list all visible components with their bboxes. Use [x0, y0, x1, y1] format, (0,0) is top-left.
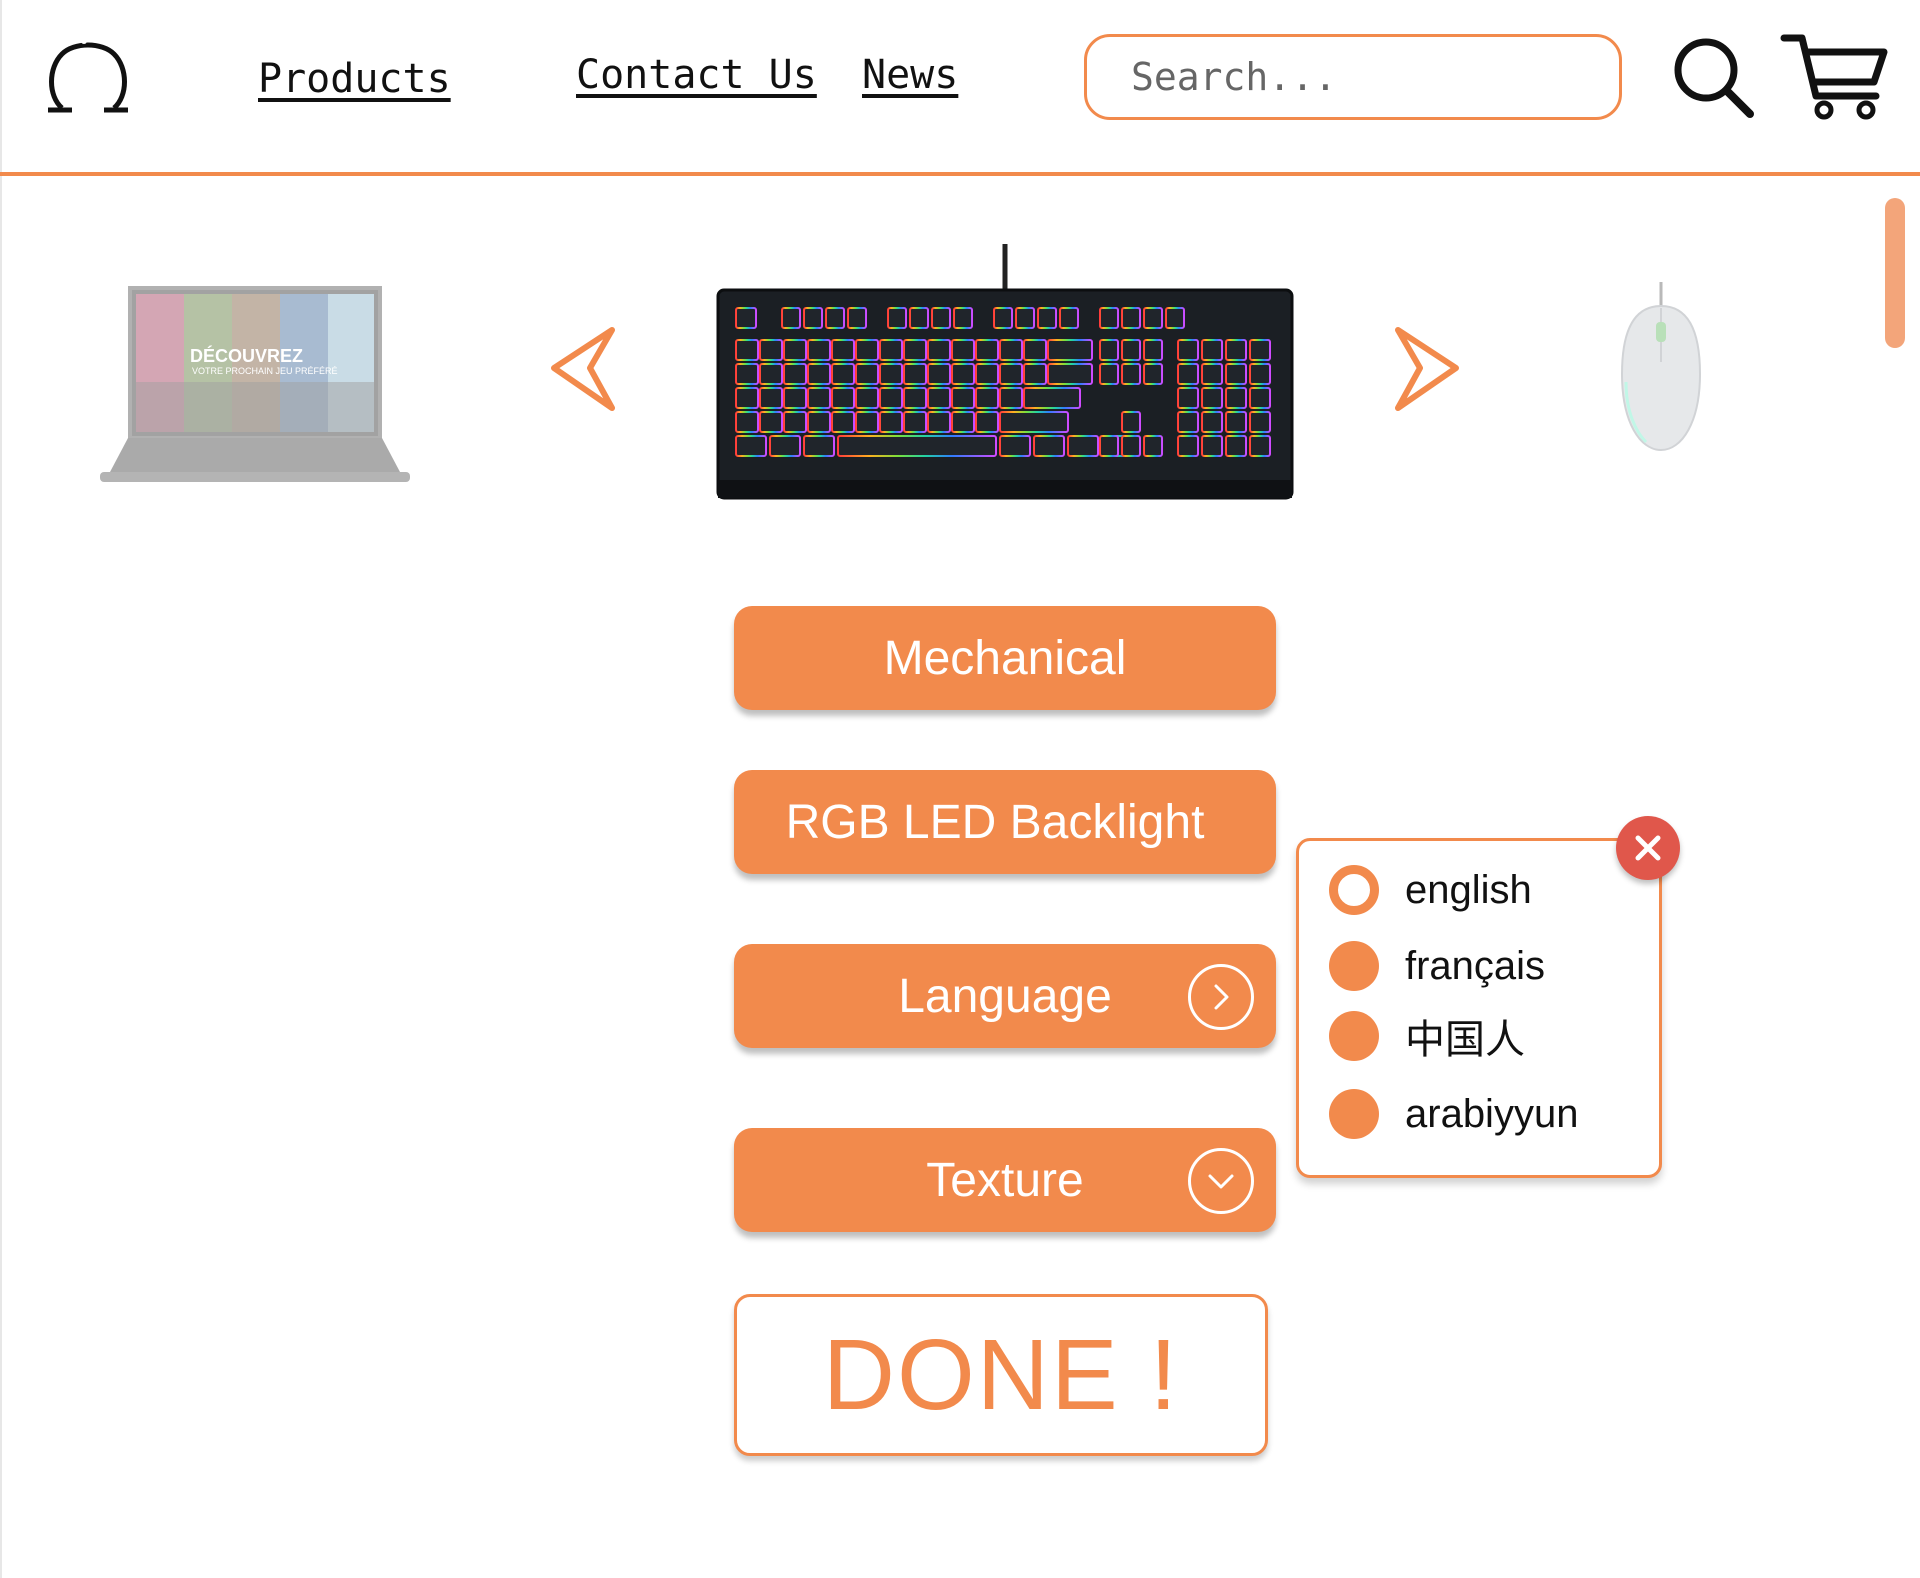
chevron-left-icon[interactable] [548, 326, 618, 412]
laptop-screen-text: DÉCOUVREZ [190, 346, 304, 366]
chevron-right-circle-icon[interactable] [1188, 964, 1254, 1030]
carousel-laptop-image[interactable]: DÉCOUVREZ VOTRE PROCHAIN JEU PRÉFÉRÉ [98, 286, 412, 498]
search-input[interactable] [1087, 37, 1619, 117]
omega-logo-icon[interactable] [44, 34, 132, 122]
chevron-right-icon[interactable] [1392, 326, 1462, 412]
mechanical-button[interactable]: Mechanical [734, 606, 1276, 710]
cart-icon[interactable] [1780, 32, 1890, 122]
close-icon[interactable] [1616, 816, 1680, 880]
mechanical-label: Mechanical [883, 631, 1127, 685]
carousel-keyboard-image[interactable] [716, 244, 1294, 500]
header-divider [0, 172, 1920, 176]
carousel-mouse-image[interactable] [1616, 282, 1706, 454]
texture-label: Texture [926, 1153, 1084, 1207]
language-option-label: 中国人 [1405, 1018, 1525, 1062]
search-icon[interactable] [1672, 36, 1756, 120]
language-option-english[interactable]: english [1329, 865, 1532, 915]
language-option-chinese[interactable]: 中国人 [1329, 1011, 1525, 1062]
language-option-arabic[interactable]: arabiyyun [1329, 1089, 1578, 1139]
language-label: Language [898, 969, 1112, 1023]
laptop-screen-subtext: VOTRE PROCHAIN JEU PRÉFÉRÉ [192, 366, 338, 376]
chevron-down-circle-icon[interactable] [1188, 1148, 1254, 1214]
nav-news-link[interactable]: News [862, 52, 958, 98]
texture-button[interactable]: Texture [734, 1128, 1276, 1232]
nav-products-link[interactable]: Products [258, 56, 451, 102]
language-button[interactable]: Language [734, 944, 1276, 1048]
page-edge [0, 0, 2, 1578]
radio-unselected[interactable] [1329, 1089, 1379, 1139]
language-option-label: arabiyyun [1405, 1091, 1579, 1136]
language-option-label: français [1405, 943, 1546, 988]
language-option-label: english [1405, 867, 1532, 912]
done-button[interactable]: DONE ! [734, 1294, 1268, 1456]
radio-unselected[interactable] [1329, 1011, 1379, 1061]
language-popup: english français 中国人 arabiyyun [1296, 838, 1662, 1178]
rgb-backlight-label: RGB LED Backlight [785, 795, 1205, 849]
rgb-backlight-button[interactable]: RGB LED Backlight [734, 770, 1276, 874]
search-box [1084, 34, 1622, 120]
nav-contact-link[interactable]: Contact Us [576, 52, 817, 98]
radio-unselected[interactable] [1329, 941, 1379, 991]
scrollbar-thumb[interactable] [1885, 198, 1905, 348]
language-option-francais[interactable]: français [1329, 941, 1545, 991]
radio-selected[interactable] [1329, 865, 1379, 915]
